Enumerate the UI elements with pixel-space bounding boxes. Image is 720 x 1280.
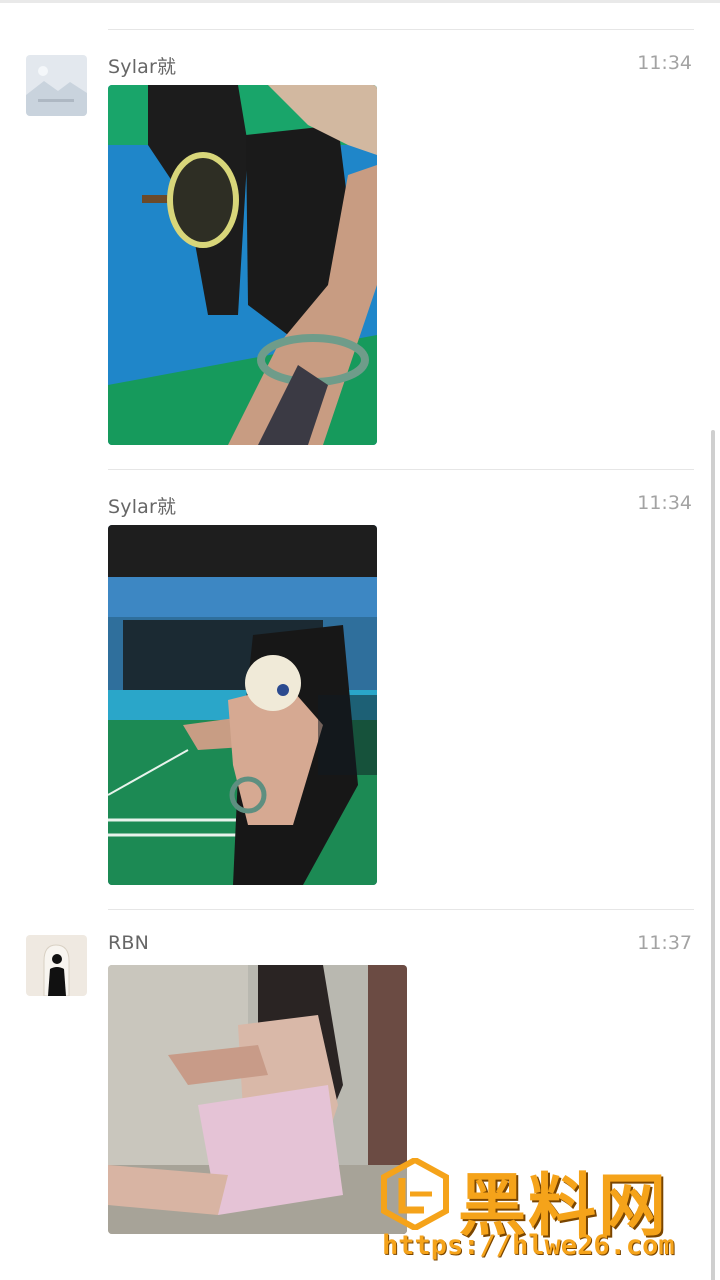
hexagon-logo-icon	[381, 1158, 449, 1230]
sender-name: Sylar就	[108, 56, 177, 78]
avatar-sylar[interactable]	[26, 55, 87, 116]
avatar-rbn[interactable]	[26, 935, 87, 996]
message-time: 11:34	[637, 492, 692, 514]
message-photo[interactable]	[108, 85, 377, 445]
message-photo[interactable]	[108, 525, 377, 885]
badminton-selfie-image	[108, 85, 377, 445]
watermark-url: https://hlwe26.com	[382, 1230, 675, 1261]
message-divider	[108, 29, 694, 30]
image-placeholder-icon	[26, 55, 87, 116]
shuttlecock-court-image	[108, 525, 377, 885]
message-time: 11:37	[637, 932, 692, 954]
sender-name: Sylar就	[108, 496, 177, 518]
message-divider	[108, 909, 694, 910]
top-divider	[0, 0, 720, 3]
watermark: 黑料网 https://hlwe26.com	[378, 1150, 708, 1270]
message-time: 11:34	[637, 52, 692, 74]
woman-by-wall-image	[108, 965, 407, 1234]
message-photo[interactable]	[108, 965, 407, 1234]
scrollbar[interactable]	[711, 430, 715, 1280]
sender-name: RBN	[108, 932, 150, 954]
person-silhouette-icon	[26, 935, 87, 996]
message-divider	[108, 469, 694, 470]
